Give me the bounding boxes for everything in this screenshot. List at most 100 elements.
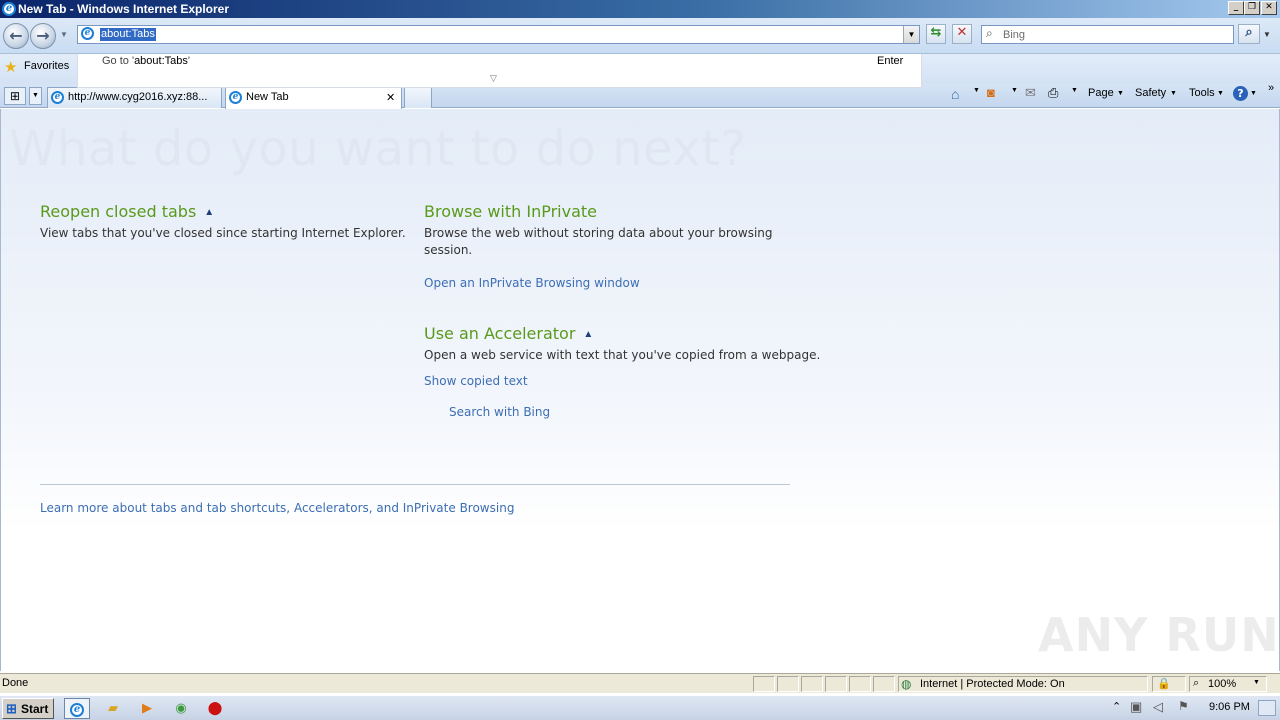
protected-mode-button[interactable]: 🔒 (1152, 676, 1186, 692)
tab-cyg2016[interactable]: e http://www.cyg2016.xyz:88... (47, 87, 222, 108)
clock[interactable]: 9:06 PM (1209, 701, 1250, 713)
tab-new-tab[interactable]: e New Tab ✕ (225, 87, 402, 109)
feeds-icon[interactable]: ◙ (987, 85, 995, 100)
forward-button[interactable]: → (30, 23, 56, 49)
enter-hint: Enter (877, 55, 904, 67)
forward-arrow-icon: → (36, 26, 50, 45)
close-window-button[interactable]: ✕ (1261, 1, 1277, 15)
inprivate-title-text: Browse with InPrivate (424, 202, 598, 221)
refresh-button[interactable]: ⇆ (926, 24, 946, 44)
divider (40, 484, 790, 485)
search-button[interactable]: ⌕ (1238, 24, 1260, 44)
navigation-bar: ← → ▼ e about:Tabs ▼ ⇆ ✕ ⌕ Bing ⌕ ▼ (0, 18, 1280, 54)
status-bar: Done ◍ Internet | Protected Mode: On 🔒 ⌕… (0, 673, 1280, 693)
explorer-folder-icon[interactable]: ▰ (100, 698, 126, 719)
accelerator-section-title[interactable]: Use an Accelerator ▲ (424, 324, 593, 343)
tools-menu[interactable]: Tools (1189, 87, 1215, 99)
back-arrow-icon: ← (9, 26, 23, 45)
refresh-icon: ⇆ (930, 25, 942, 40)
inprivate-section-title: Browse with InPrivate (424, 202, 597, 221)
safety-menu-chevron-icon: ▼ (1170, 90, 1177, 97)
volume-icon[interactable]: ◁ (1153, 699, 1163, 715)
address-input[interactable]: about:Tabs (100, 28, 156, 41)
search-input[interactable]: Bing (1003, 29, 1025, 41)
address-bar[interactable]: e about:Tabs ▼ (77, 25, 920, 44)
close-tab-icon[interactable]: ✕ (386, 91, 395, 104)
print-dropdown-icon[interactable]: ▼ (1071, 87, 1078, 94)
search-options-icon[interactable]: ▼ (1263, 30, 1271, 39)
page-ie-icon: e (81, 27, 94, 40)
search-with-bing-link[interactable]: Search with Bing (449, 405, 550, 419)
goto-value: about:Tabs (134, 55, 188, 67)
ie-logo-icon: e (2, 2, 16, 16)
open-inprivate-link[interactable]: Open an InPrivate Browsing window (424, 276, 640, 290)
help-dropdown-icon[interactable]: ▼ (1250, 90, 1257, 97)
tab-ie-icon: e (51, 91, 64, 104)
tools-menu-chevron-icon: ▼ (1217, 90, 1224, 97)
accelerator-title-text: Use an Accelerator (424, 324, 576, 343)
goto-suggestion[interactable]: Go to 'about:Tabs' (102, 55, 190, 67)
overflow-chevron-icon[interactable]: » (1268, 82, 1274, 94)
status-cell (849, 676, 871, 692)
grid-icon: ⊞ (9, 89, 21, 103)
action-center-flag-icon[interactable]: ⚑ (1178, 699, 1189, 713)
home-dropdown-icon[interactable]: ▼ (973, 87, 980, 94)
chevron-down-icon: ▼ (907, 30, 916, 39)
reopen-title-text: Reopen closed tabs (40, 202, 197, 221)
opera-icon[interactable]: ⬤ (202, 698, 228, 719)
network-icon[interactable]: ▣ (1130, 699, 1142, 715)
show-desktop-button[interactable] (1258, 700, 1276, 716)
mail-icon[interactable]: ✉ (1025, 85, 1036, 101)
window-title: New Tab - Windows Internet Explorer (18, 2, 230, 16)
status-cell (825, 676, 847, 692)
maximize-button[interactable]: ❐ (1244, 1, 1260, 15)
ie-taskbar-button[interactable]: e (64, 698, 90, 719)
ie-icon: e (70, 702, 84, 717)
status-cell (777, 676, 799, 692)
reopen-description: View tabs that you've closed since start… (40, 226, 406, 240)
favorites-button[interactable]: Favorites (24, 60, 69, 72)
reopen-section-title[interactable]: Reopen closed tabs ▲ (40, 202, 214, 221)
media-player-icon[interactable]: ▶ (134, 698, 160, 719)
zoom-control[interactable]: ⌕ 100% ▼ (1189, 676, 1267, 692)
quick-tabs-button[interactable]: ⊞ (4, 87, 26, 105)
tab-label: http://www.cyg2016.xyz:88... (68, 91, 208, 103)
minimize-button[interactable]: _ (1228, 1, 1244, 15)
address-autocomplete-dropdown: Go to 'about:Tabs' Enter ▽ (77, 54, 922, 88)
security-zone[interactable]: ◍ Internet | Protected Mode: On (898, 676, 1148, 692)
back-button[interactable]: ← (3, 23, 29, 49)
recent-pages-dropdown-icon[interactable]: ▼ (60, 30, 68, 39)
dropdown-expand-icon[interactable]: ▽ (490, 73, 497, 84)
collapse-chevron-icon[interactable]: ▲ (583, 329, 593, 340)
address-dropdown-button[interactable]: ▼ (903, 26, 919, 43)
print-icon[interactable]: ⎙ (1048, 85, 1058, 101)
windows-logo-icon: ⊞ (6, 701, 17, 716)
show-hidden-icons[interactable]: ⌃ (1112, 700, 1121, 713)
feeds-dropdown-icon[interactable]: ▼ (1011, 87, 1018, 94)
taskbar: ⊞ Start e ▰ ▶ ◉ ⬤ ⌃ ▣ ◁ ⚑ 9:06 PM (0, 695, 1280, 720)
accelerator-description: Open a web service with text that you've… (424, 348, 821, 362)
chrome-icon[interactable]: ◉ (168, 698, 194, 719)
zoom-icon: ⌕ (1193, 677, 1200, 689)
show-copied-text-link[interactable]: Show copied text (424, 374, 528, 388)
chevron-down-icon: ▼ (32, 92, 39, 99)
home-icon[interactable]: ⌂ (951, 86, 959, 102)
start-button[interactable]: ⊞ Start (2, 698, 54, 719)
tab-ie-icon: e (229, 91, 242, 104)
goto-suffix: ' (187, 55, 190, 67)
stop-button[interactable]: ✕ (952, 24, 972, 44)
learn-more-link[interactable]: Learn more about tabs and tab shortcuts,… (40, 501, 514, 515)
new-tab-button[interactable] (404, 87, 432, 108)
search-box[interactable]: ⌕ Bing (981, 25, 1234, 44)
collapse-chevron-icon[interactable]: ▲ (204, 207, 214, 218)
status-cell (873, 676, 895, 692)
tab-label: New Tab (246, 91, 289, 103)
favorites-star-icon: ★ (4, 59, 18, 76)
tab-list-button[interactable]: ▼ (29, 87, 42, 105)
status-text: Done (2, 677, 29, 689)
safety-menu[interactable]: Safety (1135, 87, 1166, 99)
help-icon[interactable]: ? (1233, 86, 1248, 101)
new-tab-page: What do you want to do next? Reopen clos… (0, 109, 1280, 671)
stop-icon: ✕ (956, 25, 968, 40)
page-menu[interactable]: Page (1088, 87, 1114, 99)
